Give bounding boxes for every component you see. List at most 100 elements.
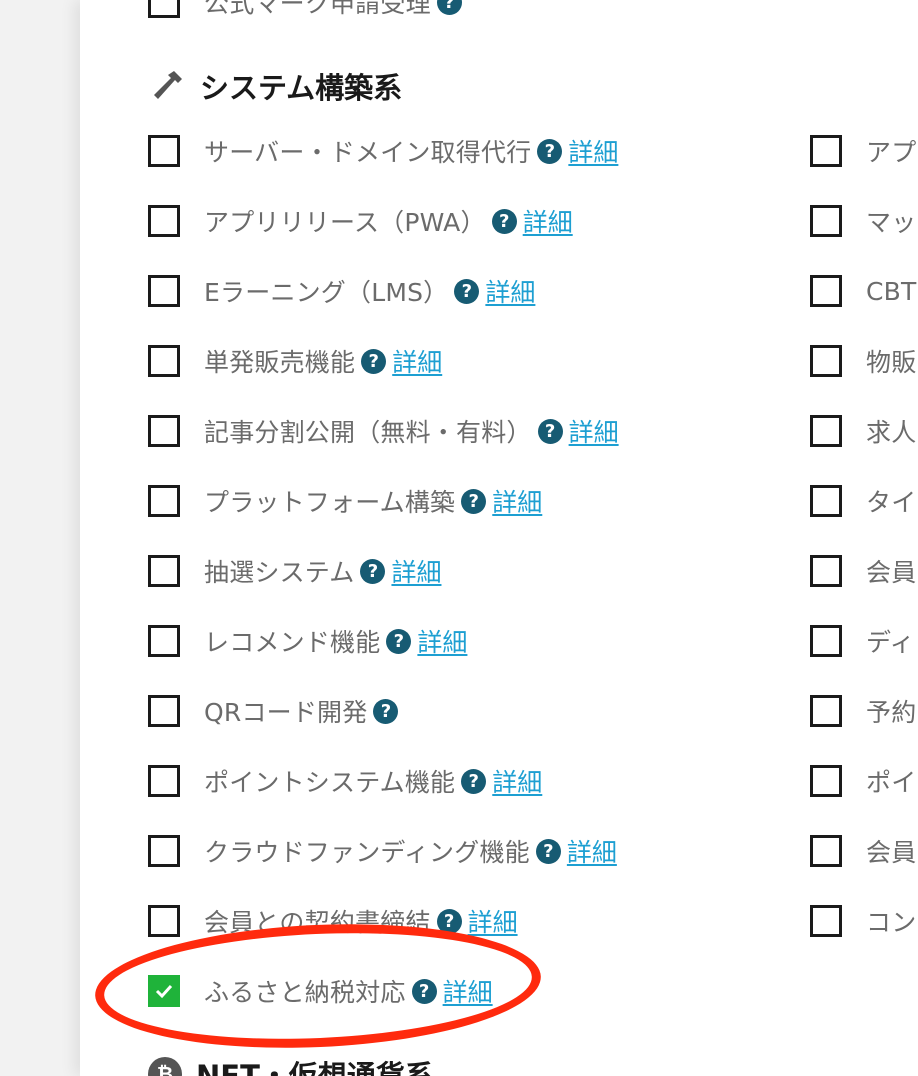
detail-link[interactable]: 詳細 <box>567 833 617 869</box>
option-label: アプ <box>866 138 917 167</box>
option-label: クラウドファンディング機能 <box>204 838 530 867</box>
option-checkbox[interactable] <box>810 485 842 517</box>
option-label: Eラーニング（LMS） <box>204 278 449 307</box>
option-label: ポイントシステム機能 <box>204 768 456 797</box>
detail-link[interactable]: 詳細 <box>443 973 493 1009</box>
help-icon[interactable]: ? <box>436 908 462 934</box>
option-row[interactable]: ふるさと納税対応? 詳細 <box>148 971 493 1011</box>
option-row[interactable]: マッ <box>810 201 916 241</box>
detail-link[interactable]: 詳細 <box>391 553 441 589</box>
help-icon[interactable]: ? <box>386 628 412 654</box>
option-checkbox[interactable] <box>148 625 180 657</box>
settings-panel: 公式マーク申請受理 ? システム構築系 サーバー・ドメイン取得代行? 詳細 アプリリ… <box>80 0 918 1076</box>
option-label: 会員との契約書締結 <box>204 908 431 937</box>
help-icon[interactable]: ? <box>535 838 561 864</box>
option-checkbox[interactable] <box>148 695 180 727</box>
option-label: 単発販売機能 <box>204 348 356 377</box>
option-row[interactable]: 単発販売機能? 詳細 <box>148 341 442 381</box>
option-row[interactable]: 抽選システム? 詳細 <box>148 551 441 591</box>
option-row[interactable]: ポイントシステム機能? 詳細 <box>148 761 542 801</box>
option-checkbox[interactable] <box>148 345 180 377</box>
option-row[interactable]: 物販 <box>810 341 916 381</box>
option-checkbox[interactable] <box>810 625 842 657</box>
option-checkbox[interactable] <box>810 765 842 797</box>
option-row[interactable]: 会員との契約書締結? 詳細 <box>148 901 518 941</box>
option-label: タイ <box>866 488 917 517</box>
option-label: 会員 <box>866 838 917 867</box>
help-icon[interactable]: ? <box>411 978 437 1004</box>
option-checkbox[interactable] <box>810 345 842 377</box>
option-row[interactable]: アプ <box>810 131 916 171</box>
option-row[interactable]: タイ <box>810 481 916 521</box>
option-checkbox[interactable] <box>148 765 180 797</box>
option-label: 会員 <box>866 558 917 587</box>
option-checkbox[interactable] <box>810 555 842 587</box>
option-row[interactable]: プラットフォーム構築? 詳細 <box>148 481 542 521</box>
option-checkbox[interactable] <box>148 485 180 517</box>
option-row[interactable]: Eラーニング（LMS）? 詳細 <box>148 271 535 311</box>
option-checkbox[interactable] <box>148 835 180 867</box>
option-label: ポイ <box>866 768 917 797</box>
detail-link[interactable]: 詳細 <box>523 203 573 239</box>
detail-link[interactable]: 詳細 <box>485 273 535 309</box>
option-row[interactable]: CBT <box>810 271 916 311</box>
help-icon[interactable]: ? <box>361 348 387 374</box>
option-checkbox[interactable] <box>810 415 842 447</box>
detail-link[interactable]: 詳細 <box>492 763 542 799</box>
section-title-text: NFT・仮想通貨系 <box>196 1059 434 1076</box>
option-row[interactable]: アプリリリース（PWA）? 詳細 <box>148 201 573 241</box>
option-checkbox[interactable] <box>810 905 842 937</box>
help-icon[interactable]: ? <box>436 0 462 15</box>
option-label: レコメンド機能 <box>204 628 381 657</box>
option-label: 公式マーク申請受理 <box>204 0 431 18</box>
option-checkbox[interactable] <box>810 835 842 867</box>
option-row[interactable]: サーバー・ドメイン取得代行? 詳細 <box>148 131 618 171</box>
option-row[interactable]: QRコード開発? <box>148 691 399 731</box>
option-label: サーバー・ドメイン取得代行 <box>204 138 532 167</box>
option-checkbox[interactable] <box>148 415 180 447</box>
option-row[interactable]: ディ <box>810 621 915 661</box>
help-icon[interactable]: ? <box>461 488 487 514</box>
option-checkbox[interactable] <box>148 275 180 307</box>
detail-link[interactable]: 詳細 <box>392 343 442 379</box>
option-checkbox[interactable] <box>148 135 180 167</box>
option-row[interactable]: 記事分割公開（無料・有料）? 詳細 <box>148 411 619 451</box>
option-checkbox[interactable] <box>148 905 180 937</box>
option-row[interactable]: 予約 <box>810 691 916 731</box>
option-checkbox[interactable] <box>148 0 180 18</box>
detail-link[interactable]: 詳細 <box>568 133 618 169</box>
option-label: 記事分割公開（無料・有料） <box>204 418 532 447</box>
option-row[interactable]: 公式マーク申請受理 ? <box>148 0 462 22</box>
option-checkbox[interactable] <box>148 555 180 587</box>
help-icon[interactable]: ? <box>491 208 517 234</box>
help-icon[interactable]: ? <box>461 768 487 794</box>
option-checkbox[interactable] <box>810 695 842 727</box>
option-label: 予約 <box>866 698 917 727</box>
option-label: コン <box>866 908 917 937</box>
option-label: ディ <box>866 628 915 657</box>
help-icon[interactable]: ? <box>454 278 480 304</box>
help-icon[interactable]: ? <box>537 418 563 444</box>
option-checkbox[interactable] <box>810 135 842 167</box>
option-row[interactable]: 求人 <box>810 411 916 451</box>
section-title-system: システム構築系 <box>148 64 402 108</box>
option-row[interactable]: 会員 <box>810 831 916 871</box>
option-label: アプリリリース（PWA） <box>204 208 486 237</box>
detail-link[interactable]: 詳細 <box>569 413 619 449</box>
detail-link[interactable]: 詳細 <box>468 903 518 939</box>
option-row[interactable]: ポイ <box>810 761 916 801</box>
option-checkbox[interactable] <box>810 275 842 307</box>
option-checkbox[interactable] <box>148 205 180 237</box>
option-row[interactable]: コン <box>810 901 916 941</box>
detail-link[interactable]: 詳細 <box>417 623 467 659</box>
option-row[interactable]: クラウドファンディング機能? 詳細 <box>148 831 617 871</box>
option-checkbox[interactable] <box>810 205 842 237</box>
option-row[interactable]: レコメンド機能? 詳細 <box>148 621 467 661</box>
option-checkbox-checked[interactable] <box>148 975 180 1007</box>
detail-link[interactable]: 詳細 <box>492 483 542 519</box>
option-label: ふるさと納税対応 <box>204 978 406 1007</box>
help-icon[interactable]: ? <box>537 138 563 164</box>
help-icon[interactable]: ? <box>373 698 399 724</box>
option-row[interactable]: 会員 <box>810 551 916 591</box>
help-icon[interactable]: ? <box>360 558 386 584</box>
